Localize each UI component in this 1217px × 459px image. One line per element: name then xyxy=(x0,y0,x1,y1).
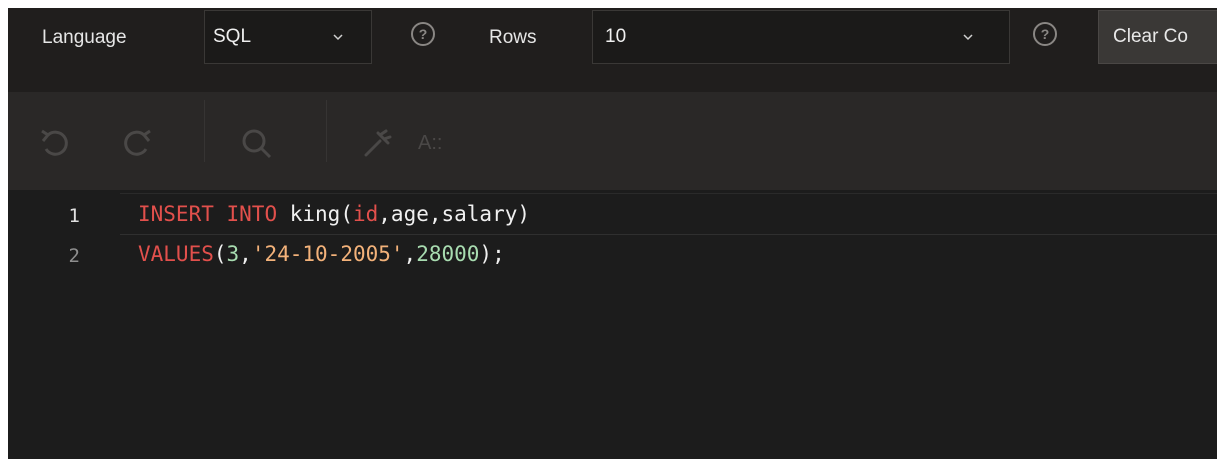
column-id: id xyxy=(352,202,379,226)
code-line-2: VALUES(3,'24-10-2005',28000); xyxy=(138,242,505,266)
keyword-values: VALUES xyxy=(138,242,214,266)
rows-help-icon[interactable]: ? xyxy=(1033,22,1057,46)
redo-icon[interactable] xyxy=(120,127,154,159)
string-literal: '24-10-2005' xyxy=(251,242,404,266)
number-literal: 28000 xyxy=(416,242,480,266)
clear-command-button[interactable]: Clear Co xyxy=(1098,10,1217,64)
open-paren: ( xyxy=(213,242,227,266)
rows-select[interactable]: 10 xyxy=(592,10,1010,64)
line-number: 2 xyxy=(68,245,80,267)
toolbar-divider xyxy=(326,100,327,162)
editor-toolbar: A:: xyxy=(8,92,1217,190)
table-name: king xyxy=(289,202,341,226)
keyword-into: INTO xyxy=(226,202,278,226)
options-bar: Language SQL ? Rows 10 ? Clear Co xyxy=(8,8,1217,92)
open-paren: ( xyxy=(340,202,353,226)
close-paren-semicolon: ); xyxy=(479,242,505,266)
rows-label: Rows xyxy=(489,27,537,48)
language-value: SQL xyxy=(213,26,252,47)
code-editor[interactable]: 1 2 INSERT INTO king(id,age,salary) VALU… xyxy=(8,190,1217,459)
undo-icon[interactable] xyxy=(38,127,72,159)
language-help-icon[interactable]: ? xyxy=(411,22,435,46)
comma: , xyxy=(239,242,252,266)
comma: , xyxy=(403,242,417,266)
search-icon[interactable] xyxy=(240,127,274,161)
chevron-down-icon xyxy=(333,34,343,41)
language-select[interactable]: SQL xyxy=(204,10,372,64)
column-list: ,age,salary) xyxy=(378,202,530,226)
font-size-icon[interactable]: A:: xyxy=(418,132,442,155)
toolbar-divider xyxy=(204,100,205,162)
keyword-insert: INSERT xyxy=(138,202,214,226)
number-literal: 3 xyxy=(226,242,240,266)
chevron-down-icon xyxy=(963,34,973,41)
code-line-1: INSERT INTO king(id,age,salary) xyxy=(138,202,530,226)
line-number: 1 xyxy=(68,205,80,227)
rows-value: 10 xyxy=(605,26,627,47)
language-label: Language xyxy=(42,27,127,48)
sql-workshop: Language SQL ? Rows 10 ? Clear Co A:: 1 … xyxy=(8,8,1217,459)
wrench-icon[interactable] xyxy=(360,127,394,161)
